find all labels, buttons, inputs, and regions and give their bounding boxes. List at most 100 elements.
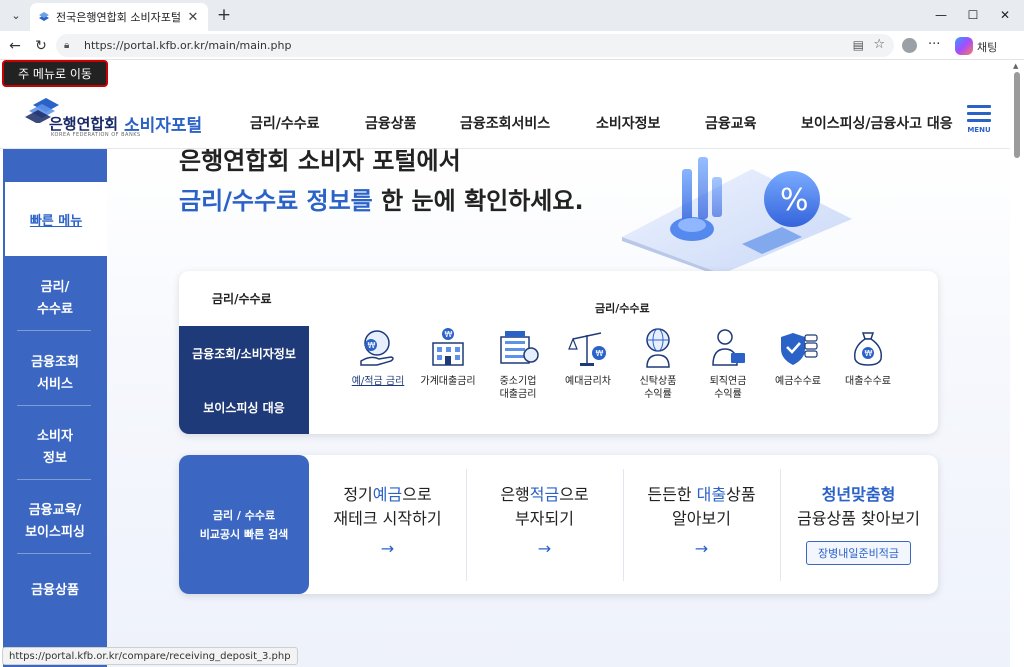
gnb-voice-phishing[interactable]: 보이스피싱/금융사고 대응	[801, 113, 953, 133]
shortcut-pension-yield[interactable]: 퇴직연금 수익률	[688, 325, 768, 401]
quick-menu-consumer-info[interactable]: 소비자 정보	[3, 418, 107, 478]
tab-inquiry-consumer-info[interactable]: 금융조회/소비자정보	[179, 326, 309, 380]
more-options-icon[interactable]: ···	[928, 37, 940, 52]
hero-line-2: 금리/수수료 정보를 한 눈에 확인하세요.	[179, 181, 584, 216]
browser-tab[interactable]: 전국은행연합회 소비자포털 ✕	[30, 3, 208, 31]
quick-search-panel: 금리 / 수수료 비교공시 빠른 검색 정기예금으로 재테크 시작하기 → 은행적…	[179, 455, 938, 594]
shortcut-deposit-rate[interactable]: ₩ 예/적금 금리	[338, 325, 418, 388]
reader-mode-icon[interactable]: ▤	[853, 38, 864, 52]
menu-label: MENU	[967, 126, 991, 134]
tab-title: 전국은행연합회 소비자포털	[56, 11, 181, 24]
shortcut-label: 퇴직연금 수익률	[709, 376, 747, 400]
quick-menu-title[interactable]: 빠른 메뉴	[5, 182, 107, 256]
minimize-icon[interactable]: —	[928, 4, 954, 26]
arrow-right-icon: →	[537, 539, 552, 558]
copilot-icon[interactable]	[955, 37, 973, 55]
card-title: 은행적금으로 부자되기	[466, 483, 623, 531]
shortcut-label: 신탁상품 수익률	[639, 376, 677, 400]
card-youth-products[interactable]: 청년맞춤형 금융상품 찾아보기 장병내일준비적금	[780, 455, 937, 594]
quick-menu-label: 소비자 정보	[37, 429, 73, 466]
hero-finance-illustration-icon: %	[622, 157, 852, 274]
svg-text:%: %	[780, 183, 809, 218]
gnb-consumer-info[interactable]: 소비자정보	[596, 113, 660, 133]
gnb-financial-products[interactable]: 금융상품	[365, 113, 417, 133]
site-header: 은행연합회 KOREA FEDERATION OF BANKS 소비자포털 금리…	[0, 87, 1010, 149]
url-field[interactable]: 🔒︎ https://portal.kfb.or.kr/main/main.ph…	[56, 34, 894, 57]
retiree-icon	[712, 329, 745, 366]
shortcut-sme-loan-rate[interactable]: 중소기업 대출금리	[478, 325, 558, 401]
quick-menu-products[interactable]: 금융상품	[3, 567, 107, 615]
quick-menu-inquiry[interactable]: 금융조회 서비스	[3, 344, 107, 404]
card-title-post: 으로	[402, 485, 432, 504]
tab-voice-phishing[interactable]: 보이스피싱 대응	[179, 380, 309, 434]
shortcut-trust-yield[interactable]: 신탁상품 수익률	[618, 325, 698, 401]
globe-person-icon	[646, 328, 670, 368]
close-window-icon[interactable]: ✕	[992, 4, 1018, 26]
hamburger-menu-button[interactable]: MENU	[965, 105, 993, 135]
page-scrollbar[interactable]: ▲	[1010, 60, 1024, 667]
coin-hand-icon: ₩	[360, 330, 394, 366]
card-title-post: 상품	[726, 485, 756, 504]
profile-avatar[interactable]	[902, 38, 917, 53]
card-title: 든든한 대출상품 알아보기	[623, 483, 780, 531]
card-title-pre: 든든한	[647, 485, 697, 504]
svg-text:₩: ₩	[368, 341, 376, 350]
scroll-up-arrow-icon[interactable]: ▲	[1013, 62, 1018, 70]
back-arrow-icon[interactable]: ←	[4, 35, 26, 57]
divider	[17, 330, 91, 331]
quick-menu-label: 금융상품	[31, 583, 79, 598]
quick-menu-label: 금융교육/ 보이스피싱	[25, 503, 85, 540]
panel-title: 금리/수수료	[212, 292, 272, 306]
portal-name: 소비자포털	[124, 116, 203, 136]
quick-search-title-text: 금리 / 수수료 비교공시 빠른 검색	[199, 508, 289, 541]
shortcut-label: 대출수수료	[845, 376, 891, 387]
close-tab-icon[interactable]: ✕	[185, 9, 201, 25]
scrollbar-thumb[interactable]	[1014, 72, 1020, 158]
site-info-icon[interactable]: 🔒︎	[64, 40, 78, 51]
rates-fees-panel: 금리/수수료 금융조회/소비자정보 보이스피싱 대응 금리/수수료 ₩ 예/적금…	[179, 271, 938, 434]
refresh-icon[interactable]: ↻	[30, 35, 52, 57]
quick-menu-education[interactable]: 금융교육/ 보이스피싱	[3, 492, 107, 552]
chat-label[interactable]: 채팅	[977, 39, 997, 55]
link-status-bar: https://portal.kfb.or.kr/compare/receivi…	[2, 647, 298, 665]
card-title-line2: 부자되기	[515, 509, 574, 528]
soldier-savings-badge-button[interactable]: 장병내일준비적금	[806, 541, 911, 565]
shortcut-interest-spread[interactable]: ₩ 예대금리차	[548, 325, 628, 388]
hero-highlight: 금리/수수료 정보를	[179, 187, 373, 215]
card-title-line2: 재테크 시작하기	[333, 509, 442, 528]
bank-building-icon: ₩	[432, 328, 464, 366]
skip-to-menu-link[interactable]: 주 메뉴로 이동	[2, 60, 108, 87]
card-title-post: 으로	[559, 485, 589, 504]
card-loan[interactable]: 든든한 대출상품 알아보기 →	[623, 455, 780, 594]
card-title: 청년맞춤형 금융상품 찾아보기	[780, 483, 937, 531]
quick-menu-label: 금리/ 수수료	[37, 280, 73, 317]
card-title: 정기예금으로 재테크 시작하기	[309, 483, 466, 531]
shortcut-household-loan-rate[interactable]: ₩ 가계대출금리	[408, 325, 488, 388]
shortcut-label: 예/적금 금리	[351, 376, 405, 387]
main-content: 은행연합회 소비자 포털에서 금리/수수료 정보를 한 눈에 확인하세요. % …	[107, 147, 1010, 667]
svg-text:₩: ₩	[445, 330, 453, 339]
shortcut-label: 예대금리차	[565, 376, 611, 387]
favorite-star-icon[interactable]: ☆	[873, 37, 885, 52]
shortcut-loan-fee[interactable]: ₩ 대출수수료	[828, 325, 908, 388]
maximize-icon[interactable]: ☐	[960, 4, 986, 26]
quick-menu-label: 금융조회 서비스	[31, 355, 79, 392]
gnb-rates-fees[interactable]: 금리/수수료	[250, 113, 320, 133]
tab-list-chevron-icon[interactable]: ⌄	[5, 5, 27, 25]
logo-name: 은행연합회	[49, 115, 119, 133]
svg-text:₩: ₩	[865, 349, 873, 358]
hero-line-2-rest: 한 눈에 확인하세요.	[372, 187, 584, 215]
shortcut-deposit-fee[interactable]: 예금수수료	[758, 325, 838, 388]
divider	[17, 479, 91, 480]
gnb-financial-education[interactable]: 금융교육	[705, 113, 757, 133]
card-title-line2: 금융상품 찾아보기	[797, 509, 920, 528]
card-deposit[interactable]: 정기예금으로 재테크 시작하기 →	[309, 455, 466, 594]
quick-menu-rates[interactable]: 금리/ 수수료	[3, 269, 107, 329]
gnb-inquiry-service[interactable]: 금융조회서비스	[460, 113, 550, 133]
shortcut-label: 중소기업 대출금리	[499, 376, 537, 400]
site-logo[interactable]: 은행연합회 KOREA FEDERATION OF BANKS 소비자포털	[19, 95, 219, 139]
card-savings[interactable]: 은행적금으로 부자되기 →	[466, 455, 623, 594]
card-title-highlight: 대출	[696, 485, 727, 504]
new-tab-plus-icon[interactable]: +	[214, 5, 234, 25]
shortcut-label: 예금수수료	[775, 376, 821, 387]
